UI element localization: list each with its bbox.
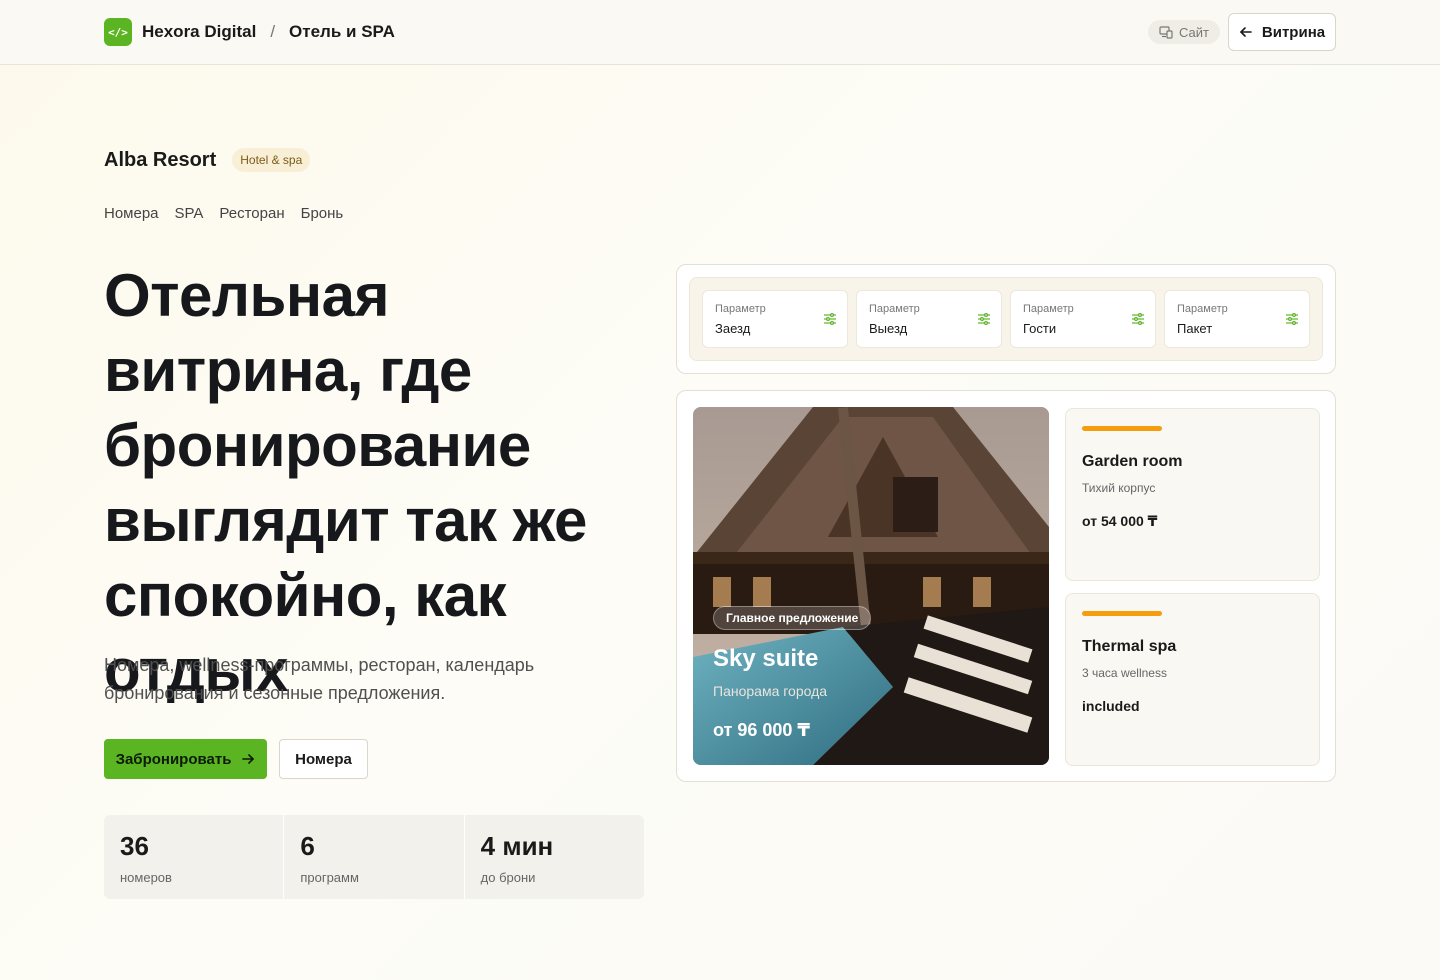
resort-nav: Номера SPA Ресторан Бронь [104, 205, 343, 222]
resort-badge: Hotel & spa [232, 148, 311, 172]
devices-icon [1159, 26, 1173, 39]
stat-label: номеров [120, 870, 172, 885]
stat-label: до брони [480, 870, 536, 885]
sliders-icon [1286, 313, 1298, 326]
accent-bar [1082, 426, 1162, 431]
stat-programs: 6 программ [284, 815, 465, 899]
stat-value: 36 [120, 831, 149, 861]
site-label: Сайт [1179, 24, 1209, 40]
main-offer-card[interactable]: Главное предложение Sky suite Панорама г… [693, 407, 1049, 765]
param-label: Параметр [869, 303, 920, 315]
sliders-icon [824, 313, 836, 326]
offer-subtitle: Тихий корпус [1082, 481, 1156, 495]
nav-item-rooms[interactable]: Номера [104, 205, 159, 222]
nav-item-spa[interactable]: SPA [175, 205, 204, 222]
nav-item-restaurant[interactable]: Ресторан [219, 205, 284, 222]
resort-name: Alba Resort [104, 148, 217, 171]
stats-strip: 36 номеров 6 программ 4 мин до брони [104, 815, 644, 899]
stat-rooms: 36 номеров [104, 815, 285, 899]
top-bar: </> Hexora Digital / Отель и SPA Сайт Ви… [0, 0, 1440, 65]
param-value: Пакет [1177, 321, 1213, 336]
stat-value: 4 мин [480, 831, 554, 861]
param-label: Параметр [1023, 303, 1074, 315]
offer-card-garden-room[interactable]: Garden room Тихий корпус от 54 000 ₸ [1065, 408, 1320, 581]
book-button[interactable]: Забронировать [104, 739, 267, 779]
offer-price: included [1082, 698, 1140, 714]
main-offer-tag: Главное предложение [713, 606, 872, 630]
param-guests[interactable]: Параметр Гости [1010, 290, 1156, 348]
hero-headline: Отельная витрина, где бронирование выгля… [104, 262, 587, 704]
param-value: Гости [1023, 321, 1057, 336]
booking-params-panel: Параметр Заезд Параметр Выезд Параметр Г… [676, 264, 1336, 374]
offer-card-thermal-spa[interactable]: Thermal spa 3 часа wellness included [1065, 593, 1320, 766]
offers-panel: Главное предложение Sky suite Панорама г… [676, 390, 1336, 782]
param-value: Заезд [715, 321, 751, 336]
stat-booking-time: 4 мин до брони [465, 815, 644, 899]
booking-params-row: Параметр Заезд Параметр Выезд Параметр Г… [689, 277, 1323, 361]
param-checkin[interactable]: Параметр Заезд [702, 290, 848, 348]
code-logo-icon: </> [104, 18, 132, 46]
param-checkout[interactable]: Параметр Выезд [856, 290, 1002, 348]
offer-title: Garden room [1082, 453, 1183, 470]
param-package[interactable]: Параметр Пакет [1164, 290, 1310, 348]
accent-bar [1082, 611, 1162, 616]
showcase-label: Витрина [1261, 23, 1326, 41]
offer-subtitle: 3 часа wellness [1082, 666, 1167, 680]
rooms-button[interactable]: Номера [279, 739, 368, 779]
offer-price: от 54 000 ₸ [1082, 513, 1158, 529]
book-button-label: Забронировать [115, 750, 232, 768]
main-offer-price: от 96 000 ₸ [713, 720, 810, 740]
brand-name: Hexora Digital [142, 22, 257, 41]
stat-label: программ [300, 870, 359, 885]
arrow-left-icon [1240, 27, 1252, 37]
sliders-icon [978, 313, 990, 326]
param-label: Параметр [1177, 303, 1228, 315]
nav-item-booking[interactable]: Бронь [301, 205, 344, 222]
main-offer-subtitle: Панорама города [713, 683, 828, 699]
offer-title: Thermal spa [1082, 638, 1177, 655]
site-link[interactable]: Сайт [1148, 20, 1220, 44]
sliders-icon [1132, 313, 1144, 326]
hero-lead: Номера, wellness-программы, ресторан, ка… [104, 655, 535, 703]
param-label: Параметр [715, 303, 766, 315]
resort-photo [693, 407, 1049, 765]
breadcrumb-separator: / [270, 22, 276, 41]
brand[interactable]: </> Hexora Digital / Отель и SPA [104, 18, 395, 46]
stat-value: 6 [300, 831, 315, 861]
param-value: Выезд [869, 321, 908, 336]
rooms-button-label: Номера [295, 750, 352, 768]
resort-header: Alba Resort Hotel & spa [104, 148, 311, 172]
breadcrumb-section: Отель и SPA [289, 22, 395, 41]
arrow-right-icon [242, 754, 255, 764]
main-offer-title: Sky suite [713, 645, 819, 672]
showcase-button[interactable]: Витрина [1228, 13, 1336, 51]
